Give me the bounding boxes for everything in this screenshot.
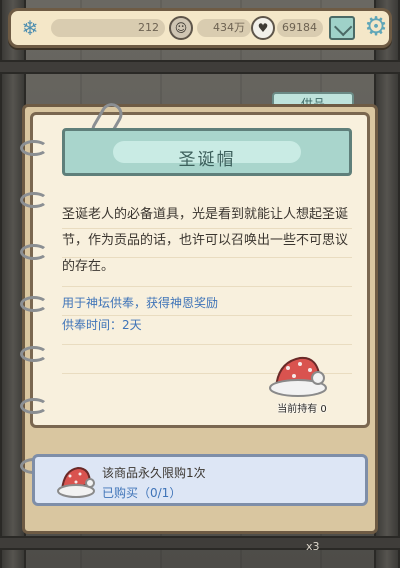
purchase-limit: 该商品永久限购1次 <box>102 466 206 480</box>
background-count: x3 <box>306 540 320 553</box>
binder-ring <box>20 140 48 156</box>
soul-icon: ☺ <box>169 16 193 40</box>
binder-ring <box>20 398 48 414</box>
offering-duration: 供奉时间：2天 <box>62 318 142 332</box>
background-shelf <box>0 60 400 74</box>
binder-ring <box>20 296 48 312</box>
soul-counter: 69184 <box>277 19 323 37</box>
purchase-status: 已购买（0/1） <box>102 486 182 500</box>
binder-ring <box>20 346 48 362</box>
background-shelf <box>0 536 400 550</box>
gem-counter: 434万 <box>197 19 251 37</box>
snowflake-icon[interactable]: ❄ <box>19 17 41 39</box>
binder-ring <box>20 192 48 208</box>
mail-icon[interactable] <box>329 16 355 40</box>
santa-hat-icon <box>57 466 95 498</box>
coin-counter: 212 <box>51 19 165 37</box>
santa-hat-icon <box>269 356 327 397</box>
item-effect: 用于神坛供奉，获得神恩奖励 <box>62 296 219 310</box>
gear-icon[interactable]: ⚙ <box>363 14 389 40</box>
speech-icon: ♥ <box>251 16 275 40</box>
item-description: 圣诞老人的必备道具，光是看到就能让人想起圣诞节，作为贡品的话，也许可以召唤出一些… <box>62 207 349 274</box>
item-title: 圣诞帽 <box>178 150 236 170</box>
binder-ring <box>20 244 48 260</box>
owned-count: 当前持有 0 <box>277 404 327 415</box>
resource-bar: ❄ 212 ☺ 434万 ♥ 69184 ⚙ <box>8 8 392 48</box>
